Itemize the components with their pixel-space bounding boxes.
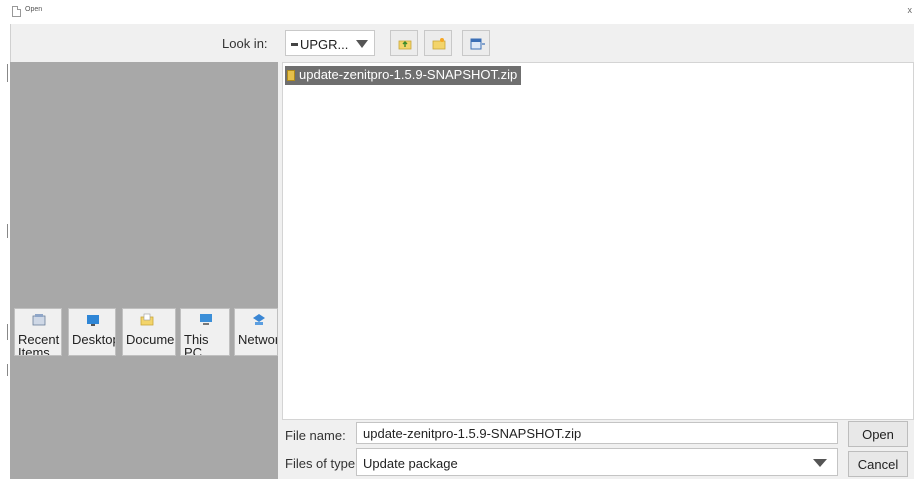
file-name-text: update-zenitpro-1.5.9-SNAPSHOT.zip bbox=[299, 67, 518, 82]
list-item[interactable]: update-zenitpro-1.5.9-SNAPSHOT.zip bbox=[285, 66, 522, 85]
files-of-type-value: Update package bbox=[363, 456, 458, 471]
places-bar: Recent Items Desktop Documents This PC N… bbox=[10, 62, 278, 479]
documents-icon bbox=[140, 313, 154, 326]
place-label: Desktop bbox=[72, 332, 116, 347]
file-list[interactable]: update-zenitpro-1.5.9-SNAPSHOT.zip bbox=[282, 62, 914, 420]
look-in-label: Look in: bbox=[222, 36, 268, 51]
chevron-down-icon[interactable] bbox=[356, 40, 368, 48]
zip-file-icon bbox=[287, 70, 295, 81]
look-in-combo[interactable]: UPGR... bbox=[285, 30, 375, 56]
up-one-level-button[interactable] bbox=[390, 30, 418, 56]
edge-mark bbox=[7, 324, 8, 340]
place-recent-items[interactable]: Recent Items bbox=[14, 308, 62, 356]
left-edge bbox=[0, 24, 10, 479]
edge-mark bbox=[7, 364, 8, 376]
document-icon bbox=[12, 6, 21, 17]
desktop-icon bbox=[87, 315, 99, 326]
chevron-down-icon[interactable] bbox=[813, 459, 827, 467]
new-folder-icon bbox=[432, 38, 446, 50]
place-desktop[interactable]: Desktop bbox=[68, 308, 116, 356]
place-this-pc[interactable]: This PC bbox=[180, 308, 230, 356]
place-label: Recent Items bbox=[18, 332, 60, 356]
close-icon[interactable]: x bbox=[908, 5, 913, 15]
title-bar: Open x bbox=[0, 0, 914, 24]
cancel-button[interactable]: Cancel bbox=[848, 451, 908, 477]
folder-up-icon bbox=[398, 40, 412, 50]
look-in-value: UPGR... bbox=[300, 37, 349, 52]
this-pc-icon bbox=[200, 314, 212, 325]
open-button[interactable]: Open bbox=[848, 421, 908, 447]
network-icon bbox=[253, 314, 265, 325]
place-documents[interactable]: Documents bbox=[122, 308, 176, 356]
file-name-field[interactable] bbox=[356, 422, 838, 444]
drive-icon bbox=[291, 43, 298, 46]
place-label: This PC bbox=[184, 332, 209, 356]
files-of-type-label: Files of type: bbox=[285, 456, 359, 471]
files-of-type-combo[interactable]: Update package bbox=[356, 448, 838, 476]
view-menu-icon bbox=[470, 38, 485, 50]
create-new-folder-button[interactable] bbox=[424, 30, 452, 56]
window-title: Open bbox=[25, 6, 43, 13]
place-label: Network bbox=[238, 332, 277, 347]
place-label: Documents bbox=[126, 332, 175, 347]
edge-mark bbox=[7, 64, 8, 82]
file-name-label: File name: bbox=[285, 428, 346, 443]
place-network[interactable]: Network bbox=[234, 308, 278, 356]
view-menu-button[interactable] bbox=[462, 30, 490, 56]
edge-mark bbox=[7, 224, 8, 238]
recent-items-icon bbox=[32, 314, 46, 326]
